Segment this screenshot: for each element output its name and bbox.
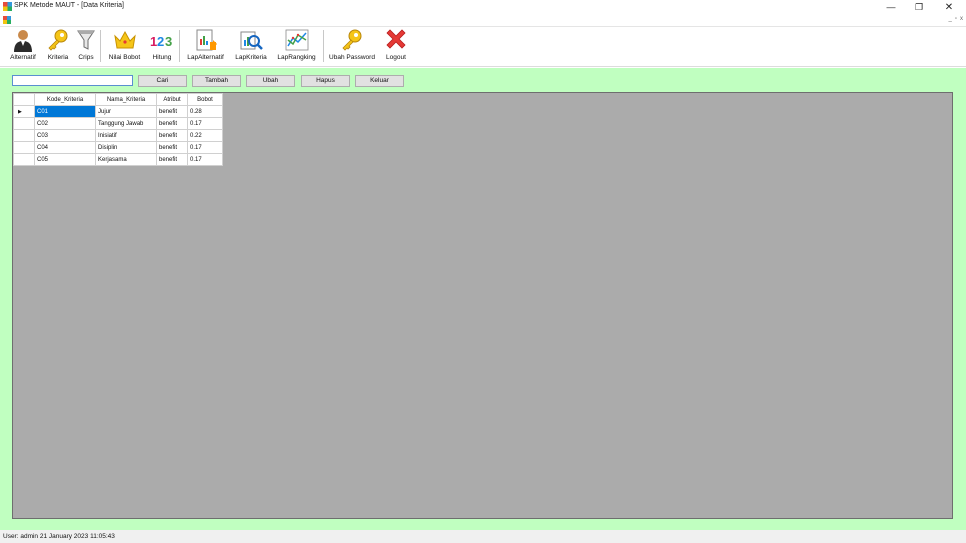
- table-row[interactable]: C03 Inisiatif benefit 0.22: [13, 129, 223, 142]
- toolbar-separator: [100, 30, 101, 62]
- cari-button[interactable]: Cari: [138, 75, 187, 87]
- toolbar-label: Crips: [78, 54, 94, 61]
- table-cell[interactable]: 0.17: [187, 117, 223, 130]
- x-icon: [386, 29, 406, 49]
- toolbar-label: LapKriteria: [235, 54, 267, 61]
- chart-icon: [285, 29, 308, 51]
- svg-text:2: 2: [157, 34, 164, 49]
- table-cell[interactable]: benefit: [156, 129, 188, 142]
- table-cell[interactable]: Disiplin: [95, 141, 157, 154]
- table-row[interactable]: C05 Kerjasama benefit 0.17: [13, 153, 223, 166]
- filter-icon: [77, 30, 95, 50]
- title-bar: SPK Metode MAUT - [Data Kriteria] — ❐ ✕: [0, 0, 966, 15]
- mdi-minimize-button[interactable]: _: [949, 16, 952, 22]
- table-cell[interactable]: Jujur: [95, 105, 157, 118]
- app-icon: [3, 2, 12, 11]
- numbers-icon: 1 2 3: [150, 34, 172, 49]
- toolbar-separator: [323, 30, 324, 62]
- search-input[interactable]: [12, 75, 133, 86]
- table-cell[interactable]: Kerjasama: [95, 153, 157, 166]
- toolbar-label: Hitung: [152, 54, 172, 61]
- key-icon: [342, 29, 362, 51]
- keluar-button[interactable]: Keluar: [355, 75, 404, 87]
- svg-text:3: 3: [165, 34, 172, 49]
- status-bar: User: admin 21 January 2023 11:05:43: [0, 530, 966, 543]
- table-cell[interactable]: benefit: [156, 153, 188, 166]
- grid-corner-header[interactable]: [13, 93, 35, 106]
- toolbar: Alternatif Kriteria Crips Nilai Bobot 1 …: [0, 27, 966, 67]
- window-title: SPK Metode MAUT - [Data Kriteria]: [14, 2, 124, 9]
- table-row[interactable]: C04 Disiplin benefit 0.17: [13, 141, 223, 154]
- toolbar-laprangking[interactable]: LapRangking: [273, 27, 320, 67]
- toolbar-nilai-bobot[interactable]: Nilai Bobot: [104, 27, 145, 67]
- magnifier-icon: [240, 31, 263, 50]
- row-header[interactable]: [13, 141, 35, 154]
- kriteria-grid[interactable]: Kode_Kriteria Nama_Kriteria Atribut Bobo…: [13, 93, 223, 166]
- toolbar-lapkriteria[interactable]: LapKriteria: [231, 27, 271, 67]
- table-row[interactable]: ▶ C01 Jujur benefit 0.28: [13, 105, 223, 118]
- table-cell[interactable]: 0.17: [187, 141, 223, 154]
- table-cell[interactable]: C01: [34, 105, 96, 118]
- toolbar-label: LapAlternatif: [187, 54, 224, 61]
- toolbar-ubah-password[interactable]: Ubah Password: [326, 27, 378, 67]
- table-cell[interactable]: 0.28: [187, 105, 223, 118]
- hapus-button[interactable]: Hapus: [301, 75, 350, 87]
- current-row-indicator[interactable]: ▶: [13, 105, 35, 118]
- column-header-bobot[interactable]: Bobot: [187, 93, 223, 106]
- user-icon: [14, 30, 32, 52]
- report-icon: [196, 29, 217, 51]
- toolbar-label: LapRangking: [277, 54, 316, 61]
- table-cell[interactable]: C02: [34, 117, 96, 130]
- grid-header-row: Kode_Kriteria Nama_Kriteria Atribut Bobo…: [13, 93, 223, 106]
- table-cell[interactable]: 0.17: [187, 153, 223, 166]
- mdi-close-button[interactable]: x: [960, 16, 963, 22]
- toolbar-hitung[interactable]: 1 2 3 Hitung: [148, 27, 176, 67]
- status-text: User: admin 21 January 2023 11:05:43: [3, 533, 115, 540]
- row-header[interactable]: [13, 153, 35, 166]
- toolbar-label: Kriteria: [47, 54, 69, 61]
- toolbar-lapalternatif[interactable]: LapAlternatif: [182, 27, 229, 67]
- restore-button[interactable]: ❐: [908, 0, 930, 15]
- table-cell[interactable]: 0.22: [187, 129, 223, 142]
- main-panel: Cari Tambah Ubah Hapus Keluar Kode_Krite…: [0, 68, 966, 530]
- toolbar-kriteria[interactable]: Kriteria: [43, 27, 73, 67]
- data-grid-panel[interactable]: Kode_Kriteria Nama_Kriteria Atribut Bobo…: [12, 92, 953, 519]
- toolbar-label: Alternatif: [10, 54, 36, 61]
- table-cell[interactable]: benefit: [156, 141, 188, 154]
- toolbar-label: Ubah Password: [329, 54, 375, 61]
- table-cell[interactable]: C05: [34, 153, 96, 166]
- table-row[interactable]: C02 Tanggung Jawab benefit 0.17: [13, 117, 223, 130]
- toolbar-logout[interactable]: Logout: [381, 27, 411, 67]
- table-cell[interactable]: Inisiatif: [95, 129, 157, 142]
- crown-icon: [113, 30, 136, 49]
- toolbar-label: Logout: [386, 54, 406, 61]
- table-cell[interactable]: C04: [34, 141, 96, 154]
- column-header-atribut[interactable]: Atribut: [156, 93, 188, 106]
- row-header[interactable]: [13, 117, 35, 130]
- table-cell[interactable]: Tanggung Jawab: [95, 117, 157, 130]
- mdi-child-buttons: _ ▫ x: [949, 16, 963, 22]
- app-window: SPK Metode MAUT - [Data Kriteria] — ❐ ✕ …: [0, 0, 966, 543]
- close-button[interactable]: ✕: [938, 0, 960, 15]
- ubah-button[interactable]: Ubah: [246, 75, 295, 87]
- toolbar-alternatif[interactable]: Alternatif: [6, 27, 40, 67]
- mdi-menu-row: _ ▫ x: [0, 15, 966, 27]
- tambah-button[interactable]: Tambah: [192, 75, 241, 87]
- minimize-button[interactable]: —: [880, 0, 902, 15]
- mdi-restore-button[interactable]: ▫: [955, 16, 957, 22]
- row-header[interactable]: [13, 129, 35, 142]
- child-window-icon: [3, 16, 11, 24]
- column-header-nama-kriteria[interactable]: Nama_Kriteria: [95, 93, 157, 106]
- table-cell[interactable]: C03: [34, 129, 96, 142]
- table-cell[interactable]: benefit: [156, 117, 188, 130]
- toolbar-separator: [179, 30, 180, 62]
- toolbar-crips[interactable]: Crips: [76, 27, 96, 67]
- column-header-kode-kriteria[interactable]: Kode_Kriteria: [34, 93, 96, 106]
- toolbar-label: Nilai Bobot: [108, 54, 141, 61]
- table-cell[interactable]: benefit: [156, 105, 188, 118]
- key-icon: [48, 29, 68, 51]
